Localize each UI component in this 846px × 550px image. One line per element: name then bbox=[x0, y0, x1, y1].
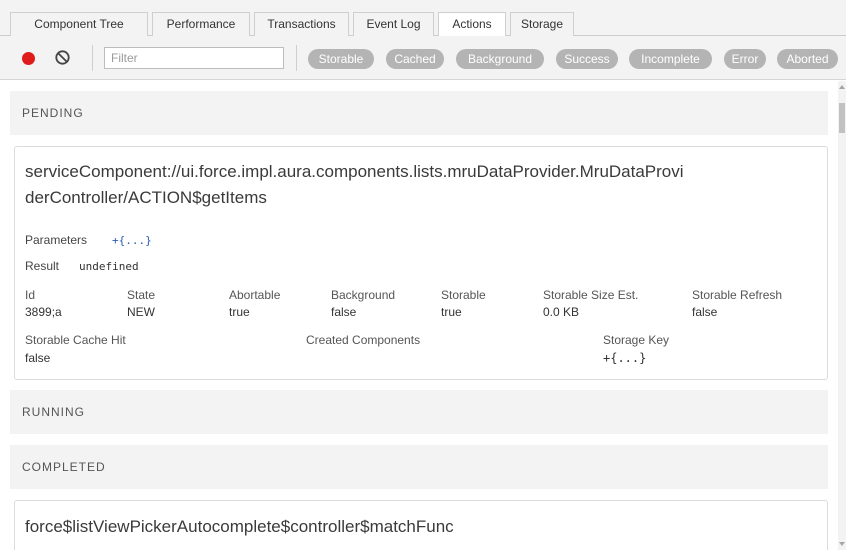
result-label: Result bbox=[25, 259, 60, 273]
scrollbar-thumb[interactable] bbox=[839, 103, 845, 133]
tab-performance[interactable]: Performance bbox=[152, 12, 250, 36]
parameters-label: Parameters bbox=[25, 233, 88, 247]
pending-action-card: serviceComponent://ui.force.impl.aura.co… bbox=[14, 146, 828, 380]
actions-list: PENDING serviceComponent://ui.force.impl… bbox=[0, 81, 838, 550]
toolbar-separator bbox=[296, 45, 297, 71]
cache-hit-value: false bbox=[25, 351, 51, 365]
filter-pill-incomplete[interactable]: Incomplete bbox=[629, 49, 712, 69]
filter-pill-error[interactable]: Error bbox=[724, 49, 766, 69]
completed-action-name[interactable]: force$listViewPickerAutocomplete$control… bbox=[25, 514, 819, 540]
col-value-state: NEW bbox=[127, 305, 155, 319]
tab-event-log[interactable]: Event Log bbox=[353, 12, 434, 36]
scroll-up-arrow-icon[interactable] bbox=[839, 85, 845, 89]
completed-section-header: COMPLETED bbox=[10, 445, 828, 489]
col-value-storable-size: 0.0 KB bbox=[543, 305, 580, 319]
storage-key-expand-toggle[interactable]: +{...} bbox=[603, 351, 646, 365]
running-section-header: RUNNING bbox=[10, 390, 828, 434]
filter-pill-success[interactable]: Success bbox=[556, 49, 618, 69]
col-value-id: 3899;a bbox=[25, 305, 62, 319]
tab-actions[interactable]: Actions bbox=[438, 12, 506, 37]
parameters-expand-toggle[interactable]: +{...} bbox=[112, 234, 152, 247]
filter-pill-background[interactable]: Background bbox=[456, 49, 544, 69]
pending-section-header: PENDING bbox=[10, 91, 828, 135]
action-name-line-1[interactable]: serviceComponent://ui.force.impl.aura.co… bbox=[25, 159, 819, 185]
action-name-line-2[interactable]: derController/ACTION$getItems bbox=[25, 185, 819, 211]
col-header-storable: Storable bbox=[441, 288, 486, 302]
scroll-down-arrow-icon[interactable] bbox=[839, 542, 845, 546]
col-header-background: Background bbox=[331, 288, 396, 302]
filter-pill-aborted[interactable]: Aborted bbox=[777, 49, 838, 69]
record-icon[interactable] bbox=[22, 52, 35, 65]
col-header-storable-refresh: Storable Refresh bbox=[692, 288, 783, 302]
result-value: undefined bbox=[79, 260, 139, 273]
filter-pill-cached[interactable]: Cached bbox=[386, 49, 444, 69]
col-header-id: Id bbox=[25, 288, 36, 302]
toolbar-separator bbox=[92, 45, 93, 71]
filter-pill-storable[interactable]: Storable bbox=[308, 49, 374, 69]
completed-action-card: force$listViewPickerAutocomplete$control… bbox=[14, 500, 828, 550]
tab-storage[interactable]: Storage bbox=[510, 12, 574, 36]
col-value-storable: true bbox=[441, 305, 462, 319]
col-header-storable-size: Storable Size Est. bbox=[543, 288, 639, 302]
filter-input[interactable] bbox=[104, 47, 284, 69]
clear-icon[interactable] bbox=[54, 49, 71, 66]
tab-component-tree[interactable]: Component Tree bbox=[10, 12, 148, 36]
col-header-state: State bbox=[127, 288, 156, 302]
col-value-storable-refresh: false bbox=[692, 305, 718, 319]
col-value-abortable: true bbox=[229, 305, 250, 319]
vertical-scrollbar[interactable] bbox=[838, 81, 846, 550]
storage-key-label: Storage Key bbox=[603, 333, 670, 347]
cache-hit-label: Storable Cache Hit bbox=[25, 333, 126, 347]
actions-toolbar: Storable Cached Background Success Incom… bbox=[0, 36, 846, 80]
devtools-tab-bar: Component Tree Performance Transactions … bbox=[0, 0, 846, 37]
tab-transactions[interactable]: Transactions bbox=[254, 12, 349, 36]
col-value-background: false bbox=[331, 305, 357, 319]
col-header-abortable: Abortable bbox=[229, 288, 281, 302]
created-components-label: Created Components bbox=[306, 333, 421, 347]
